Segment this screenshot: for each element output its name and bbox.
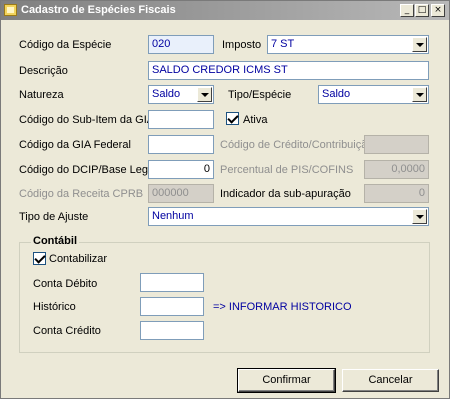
imposto-value: 7 ST — [271, 38, 295, 50]
ativa-label: Ativa — [243, 114, 268, 126]
descricao-input[interactable]: SALDO CREDOR ICMS ST — [148, 61, 429, 80]
gia-federal-label: Código da GIA Federal — [19, 139, 131, 151]
pis-cofins-input: 0,0000 — [364, 160, 429, 179]
codigo-especie-input[interactable]: 020 — [148, 35, 214, 54]
receita-cprb-label: Código da Receita CPRB — [19, 188, 144, 200]
gia-federal-input[interactable] — [148, 135, 214, 154]
chevron-down-icon[interactable] — [412, 87, 427, 102]
imposto-label: Imposto — [222, 39, 262, 51]
contabil-group-title: Contábil — [31, 235, 79, 248]
tipo-ajuste-label: Tipo de Ajuste — [19, 211, 89, 223]
confirmar-button[interactable]: Confirmar — [237, 368, 336, 393]
natureza-select[interactable]: Saldo — [148, 85, 214, 104]
pis-cofins-label: Percentual de PIS/COFINS — [220, 164, 354, 176]
imposto-select[interactable]: 7 ST — [267, 35, 429, 54]
chevron-down-icon[interactable] — [412, 209, 427, 224]
conta-debito-input[interactable] — [140, 273, 204, 292]
ativa-checkbox[interactable] — [226, 112, 239, 125]
contabilizar-checkbox[interactable] — [33, 252, 46, 265]
dcip-input[interactable]: 0 — [148, 160, 214, 179]
chevron-down-icon[interactable] — [412, 37, 427, 52]
maximize-button[interactable]: □ — [415, 4, 429, 17]
title-bar[interactable]: Cadastro de Espécies Fiscais _ □ × — [1, 1, 449, 20]
close-button[interactable]: × — [431, 4, 445, 17]
receita-cprb-input: 000000 — [148, 184, 214, 203]
cancelar-button[interactable]: Cancelar — [342, 369, 439, 392]
dialog-window: Cadastro de Espécies Fiscais _ □ × Códig… — [0, 0, 450, 399]
sub-item-gia-label: Código do Sub-Item da GIA — [19, 114, 155, 126]
conta-credito-input[interactable] — [140, 321, 204, 340]
credito-contribuicao-label: Código de Crédito/Contribuição — [220, 139, 374, 151]
natureza-value: Saldo — [152, 88, 181, 100]
historico-input[interactable] — [140, 297, 204, 316]
sub-apuracao-input: 0 — [364, 184, 429, 203]
natureza-label: Natureza — [19, 89, 64, 101]
tipo-ajuste-value: Nenhum — [152, 210, 194, 222]
contabilizar-label: Contabilizar — [49, 253, 108, 265]
sub-item-gia-input[interactable] — [148, 110, 214, 129]
tipo-especie-label: Tipo/Espécie — [228, 89, 292, 101]
minimize-button[interactable]: _ — [400, 4, 414, 17]
conta-debito-label: Conta Débito — [33, 278, 98, 290]
sub-apuracao-label: Indicador da sub-apuração — [220, 188, 351, 200]
historico-hint: => INFORMAR HISTORICO — [213, 301, 352, 313]
conta-credito-label: Conta Crédito — [33, 325, 101, 337]
tipo-ajuste-select[interactable]: Nenhum — [148, 207, 429, 226]
window-title: Cadastro de Espécies Fiscais — [21, 4, 176, 16]
historico-label: Histórico — [33, 301, 76, 313]
descricao-label: Descrição — [19, 65, 68, 77]
chevron-down-icon[interactable] — [197, 87, 212, 102]
tipo-especie-select[interactable]: Saldo — [318, 85, 429, 104]
codigo-especie-label: Código da Espécie — [19, 39, 112, 51]
credito-contribuicao-input — [364, 135, 429, 154]
app-icon — [4, 4, 17, 16]
dcip-label: Código do DCIP/Base Legal — [19, 164, 157, 176]
tipo-especie-value: Saldo — [322, 88, 351, 100]
